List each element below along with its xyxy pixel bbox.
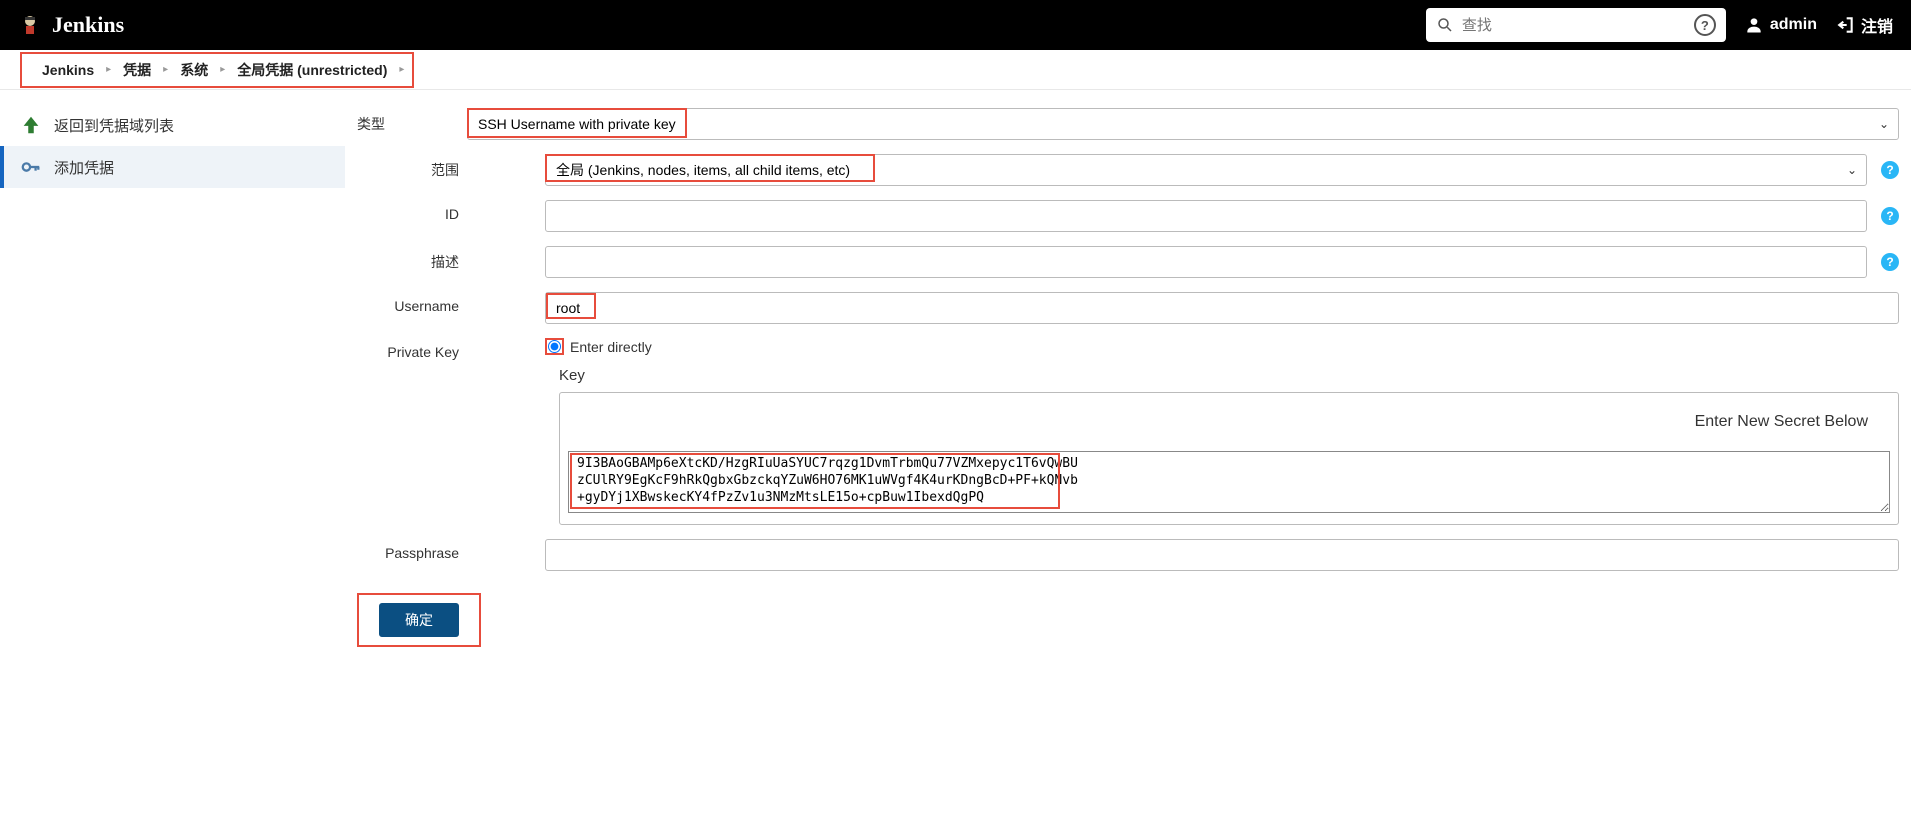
help-icon[interactable]: ? [1881, 207, 1899, 225]
passphrase-label: Passphrase [357, 539, 467, 561]
desc-label: 描述 [357, 246, 467, 272]
logout-label: 注销 [1861, 13, 1893, 37]
key-label: Key [559, 367, 1899, 384]
id-input[interactable] [545, 200, 1867, 232]
jenkins-logo-icon [18, 13, 42, 37]
id-label: ID [357, 200, 467, 222]
brand-section[interactable]: Jenkins [18, 12, 124, 38]
pkey-label: Private Key [357, 338, 467, 360]
user-link[interactable]: admin [1744, 15, 1817, 35]
username-input[interactable] [545, 292, 1899, 324]
sidebar: 返回到凭据域列表 添加凭据 [0, 90, 345, 677]
top-header: Jenkins ? admin 注销 [0, 0, 1911, 50]
brand-name: Jenkins [52, 12, 124, 38]
enter-directly-radio[interactable] [548, 340, 561, 353]
desc-input[interactable] [545, 246, 1867, 278]
highlight-box [545, 338, 564, 355]
breadcrumb-highlight: Jenkins ▸ 凭据 ▸ 系统 ▸ 全局凭据 (unrestricted) … [20, 52, 414, 88]
sidebar-back-label: 返回到凭据域列表 [54, 115, 174, 136]
help-icon[interactable]: ? [1881, 161, 1899, 179]
up-arrow-icon [20, 114, 42, 136]
breadcrumb-bar: Jenkins ▸ 凭据 ▸ 系统 ▸ 全局凭据 (unrestricted) … [0, 50, 1911, 90]
type-select[interactable]: SSH Username with private key [467, 108, 1899, 140]
key-icon [20, 156, 42, 178]
search-help-icon[interactable]: ? [1694, 14, 1716, 36]
scope-select[interactable]: 全局 (Jenkins, nodes, items, all child ite… [545, 154, 1867, 186]
user-icon [1744, 15, 1764, 35]
help-icon[interactable]: ? [1881, 253, 1899, 271]
sidebar-add-credentials[interactable]: 添加凭据 [0, 146, 345, 188]
key-textarea[interactable] [568, 451, 1890, 513]
sidebar-add-label: 添加凭据 [54, 157, 114, 178]
search-box[interactable]: ? [1426, 8, 1726, 42]
highlight-box: 确定 [357, 593, 481, 647]
type-label: 类型 [357, 108, 467, 134]
search-icon [1436, 16, 1454, 34]
search-input[interactable] [1462, 17, 1686, 34]
sidebar-back[interactable]: 返回到凭据域列表 [0, 104, 345, 146]
key-header: Enter New Secret Below [560, 393, 1898, 451]
key-container: Enter New Secret Below [559, 392, 1899, 525]
logout-link[interactable]: 注销 [1835, 13, 1893, 37]
username-label: admin [1770, 16, 1817, 34]
crumb-jenkins[interactable]: Jenkins [30, 62, 106, 78]
main-content: 类型 SSH Username with private key ⌄ 范围 全局… [345, 90, 1911, 677]
chevron-right-icon: ▸ [399, 64, 404, 75]
logout-icon [1835, 15, 1855, 35]
scope-label: 范围 [357, 154, 467, 180]
crumb-system[interactable]: 系统 [168, 60, 220, 80]
header-right: ? admin 注销 [1426, 8, 1893, 42]
crumb-credentials[interactable]: 凭据 [111, 60, 163, 80]
submit-button[interactable]: 确定 [379, 603, 459, 637]
crumb-global[interactable]: 全局凭据 (unrestricted) [225, 60, 399, 80]
enter-directly-label: Enter directly [570, 339, 652, 355]
passphrase-input[interactable] [545, 539, 1899, 571]
username-label: Username [357, 292, 467, 314]
